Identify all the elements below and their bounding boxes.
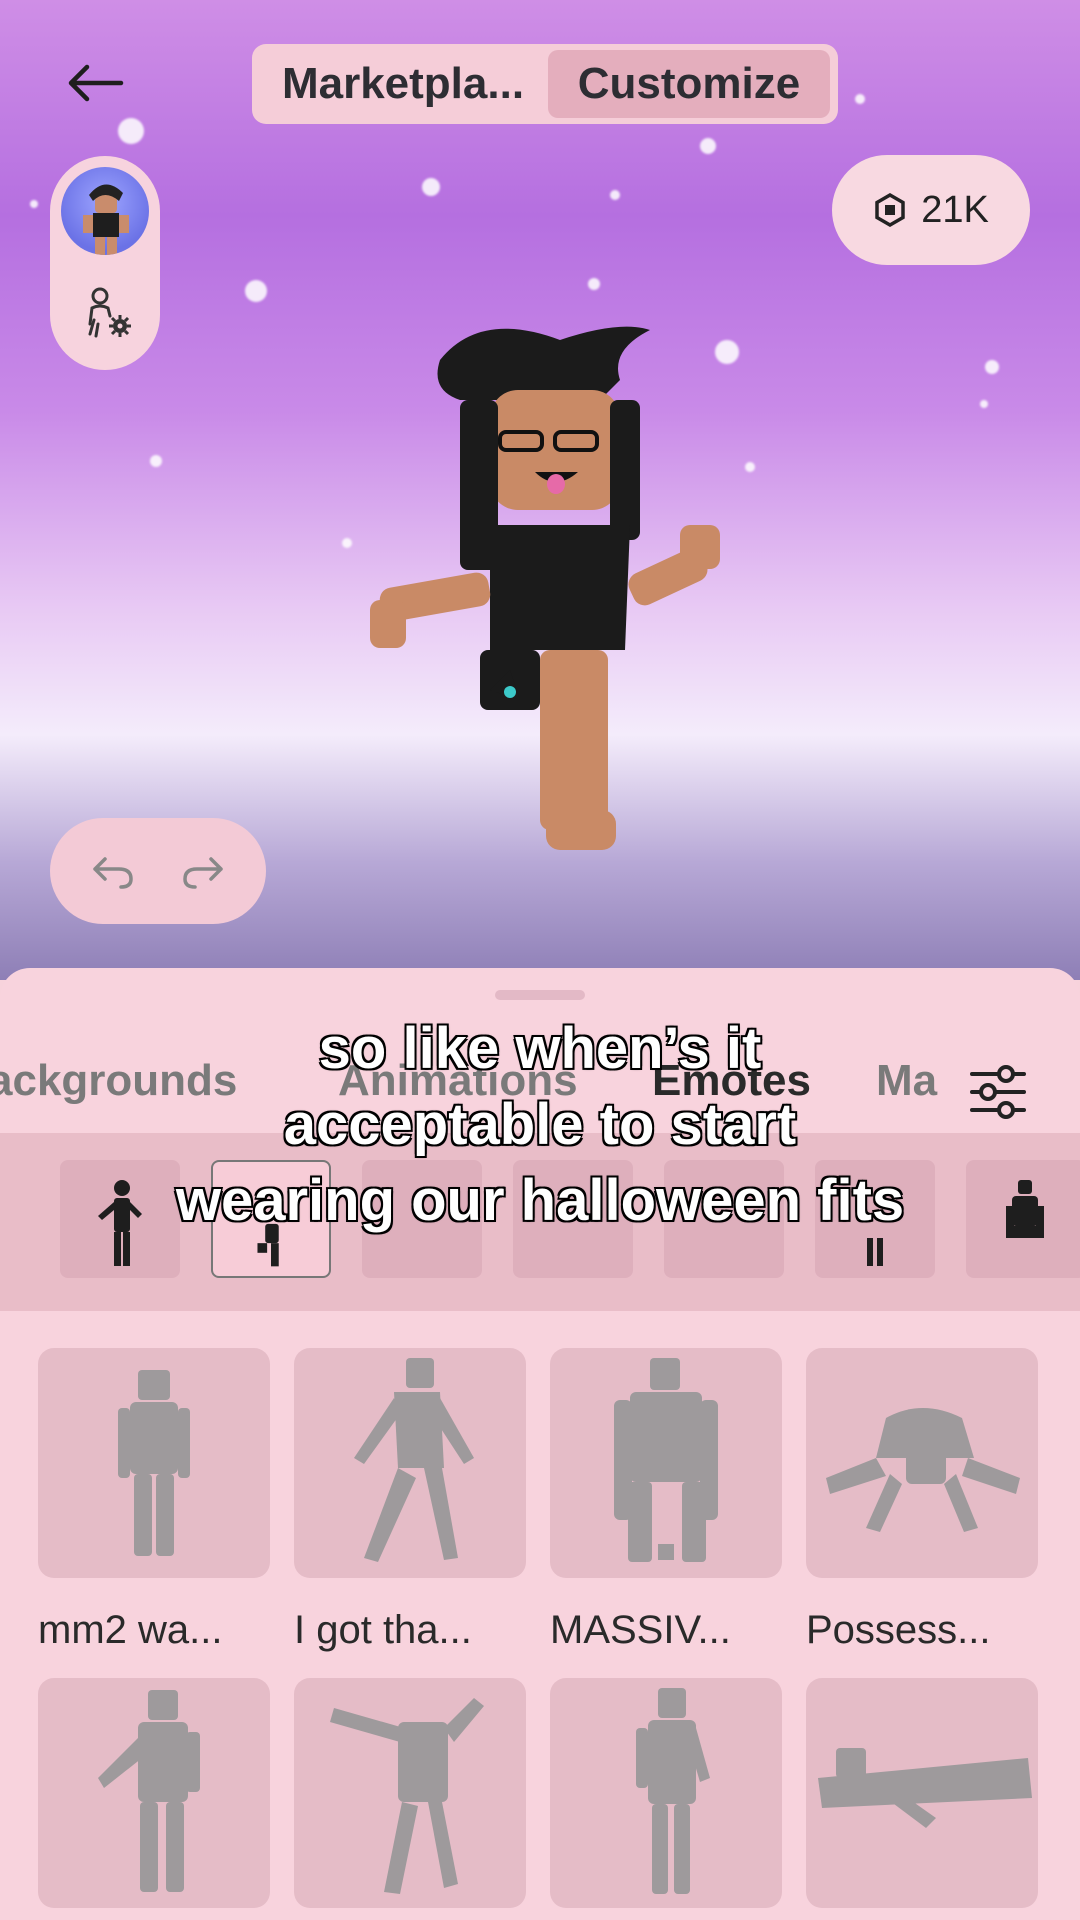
emote-name: Possess... <box>806 1608 991 1652</box>
caption-line-3: wearing our halloween fits <box>175 1168 905 1233</box>
sheet-drag-handle[interactable] <box>495 990 585 1000</box>
tab-marketplace[interactable]: Marketpla... <box>258 50 548 118</box>
emote-card[interactable] <box>38 1678 270 1908</box>
undo-icon <box>93 857 133 889</box>
arrow-left-icon <box>68 64 124 102</box>
undo-button[interactable] <box>91 851 137 891</box>
emote-card[interactable] <box>550 1678 782 1908</box>
robux-balance[interactable]: 21K <box>832 155 1030 265</box>
emote-card[interactable] <box>294 1348 526 1578</box>
avatar-thumbnail[interactable] <box>61 167 149 255</box>
avatar-switcher[interactable] <box>50 156 160 370</box>
robux-amount: 21K <box>921 188 989 231</box>
robux-icon <box>875 193 905 227</box>
emote-card[interactable] <box>550 1348 782 1578</box>
back-button[interactable] <box>60 58 130 108</box>
emote-card[interactable] <box>806 1678 1038 1908</box>
redo-button[interactable] <box>179 851 225 891</box>
emote-card[interactable] <box>806 1348 1038 1578</box>
caption-line-2: acceptable to start <box>283 1092 798 1157</box>
emote-name: mm2 wa... <box>38 1608 223 1652</box>
tab-customize[interactable]: Customize <box>548 50 830 118</box>
redo-icon <box>183 857 223 889</box>
emote-name: MASSIV... <box>550 1608 731 1652</box>
emote-card[interactable] <box>294 1678 526 1908</box>
emote-card[interactable] <box>38 1348 270 1578</box>
emote-name: I got tha... <box>294 1608 472 1652</box>
caption-line-1: so like when’s it <box>318 1016 763 1081</box>
avatar-settings-icon[interactable] <box>78 284 136 342</box>
header-segmented-control: Marketpla... Customize <box>252 44 838 124</box>
undo-redo-control <box>50 818 266 924</box>
avatar-character <box>370 326 720 850</box>
